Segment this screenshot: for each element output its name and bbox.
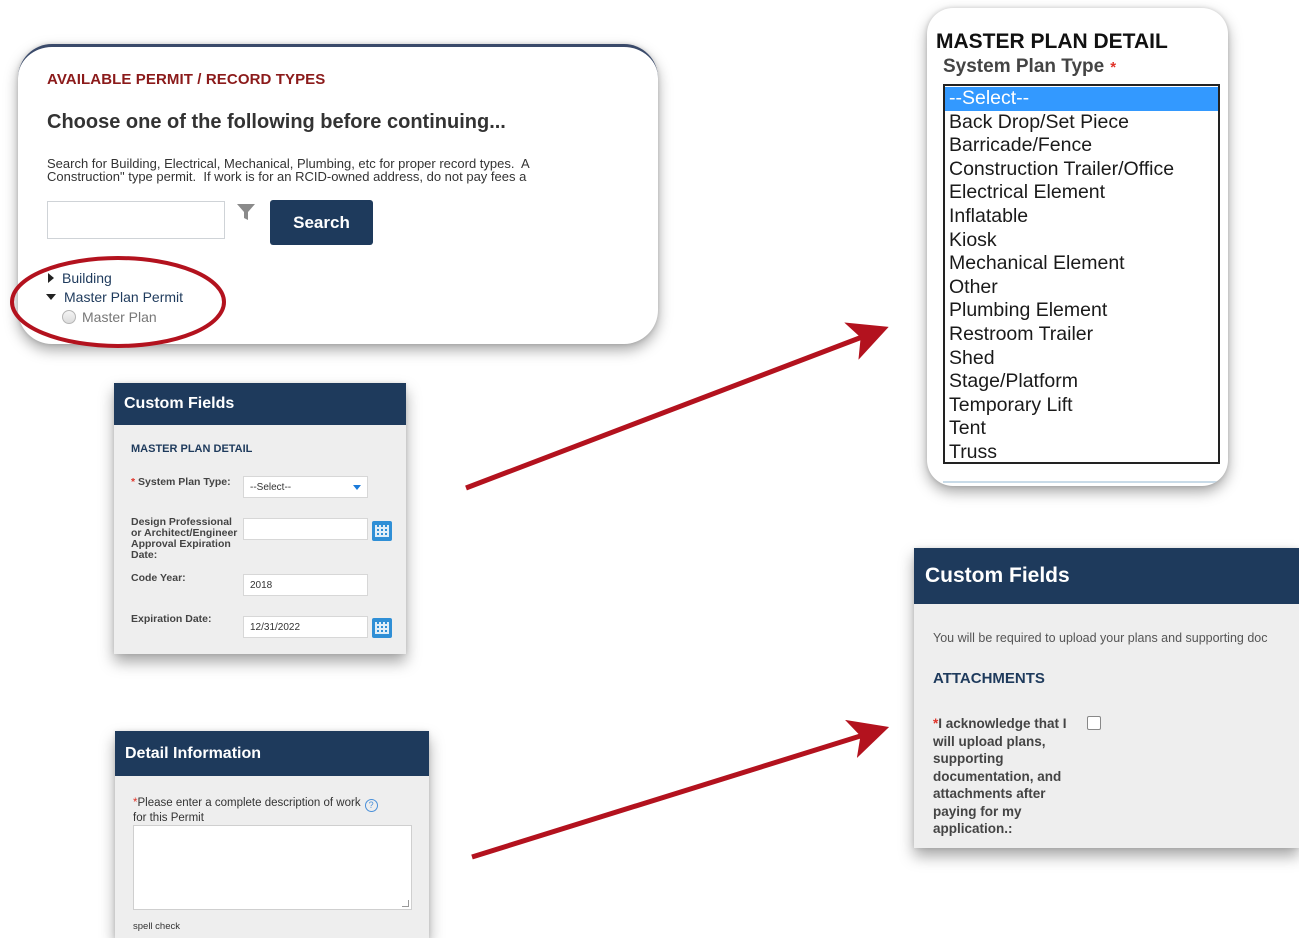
arrow-to-select-list: [465, 322, 889, 491]
ack-line: supporting: [933, 751, 1004, 766]
design-approval-expiration-input[interactable]: [243, 518, 368, 540]
search-button[interactable]: Search: [270, 200, 373, 245]
tree-item-label: Building: [62, 270, 112, 286]
description-line-2: Construction" type permit. If work is fo…: [47, 169, 527, 184]
tree-item-building[interactable]: Building: [48, 270, 112, 286]
option-electrical-element[interactable]: Electrical Element: [945, 181, 1218, 205]
system-plan-type-dropdown[interactable]: --Select--: [243, 476, 368, 498]
option-tent[interactable]: Tent: [945, 417, 1218, 441]
system-plan-type-label: System Plan Type *: [943, 56, 1116, 78]
work-description-textarea[interactable]: [133, 825, 412, 910]
custom-fields-panel: Custom Fields MASTER PLAN DETAIL * Syste…: [114, 383, 406, 654]
option-restroom-trailer[interactable]: Restroom Trailer: [945, 323, 1218, 347]
expand-arrow-icon: [48, 273, 54, 283]
option-kiosk[interactable]: Kiosk: [945, 229, 1218, 253]
option-barricade-fence[interactable]: Barricade/Fence: [945, 134, 1218, 158]
work-description-label-line2: for this Permit: [133, 811, 204, 824]
tree-item-label: Master Plan Permit: [64, 289, 184, 305]
custom-fields-header: Custom Fields: [914, 548, 1299, 604]
work-description-label-line1: Please enter a complete description of w…: [137, 797, 361, 809]
option-inflatable[interactable]: Inflatable: [945, 205, 1218, 229]
custom-fields-header: Custom Fields: [114, 383, 406, 425]
ack-line: application.:: [933, 821, 1013, 836]
design-approval-expiration-label: Design Professional or Architect/Enginee…: [131, 517, 237, 561]
permit-types-panel: AVAILABLE PERMIT / RECORD TYPES Choose o…: [18, 44, 658, 344]
permit-types-heading: AVAILABLE PERMIT / RECORD TYPES: [47, 71, 326, 88]
collapse-arrow-icon: [46, 294, 56, 300]
option-construction-trailer[interactable]: Construction Trailer/Office: [945, 158, 1218, 182]
calendar-icon[interactable]: [372, 521, 392, 541]
detail-information-panel: Detail Information *Please enter a compl…: [115, 731, 429, 938]
spell-check-link[interactable]: spell check: [133, 921, 180, 932]
system-plan-type-listbox[interactable]: --Select-- Back Drop/Set Piece Barricade…: [943, 84, 1220, 464]
required-mark: *: [131, 476, 136, 488]
master-plan-detail-heading: MASTER PLAN DETAIL: [936, 30, 1168, 53]
radio-button[interactable]: [62, 310, 76, 324]
option-temporary-lift[interactable]: Temporary Lift: [945, 394, 1218, 418]
permit-types-description: Search for Building, Electrical, Mechani…: [47, 157, 658, 183]
upload-note: You will be required to upload your plan…: [933, 631, 1268, 645]
acknowledge-checkbox[interactable]: [1087, 716, 1101, 730]
radio-master-plan[interactable]: Master Plan: [62, 309, 157, 325]
system-plan-type-field-label: * System Plan Type:: [131, 477, 231, 488]
option-truss[interactable]: Truss: [945, 441, 1218, 465]
system-plan-type-field-label-text: System Plan Type:: [138, 476, 231, 488]
code-year-label: Code Year:: [131, 572, 186, 584]
code-year-input[interactable]: 2018: [243, 574, 368, 596]
divider: [943, 481, 1220, 483]
radio-label: Master Plan: [82, 309, 157, 325]
filter-icon[interactable]: [235, 201, 257, 223]
ack-line: paying for my: [933, 803, 1022, 819]
ack-line: will upload plans,: [933, 733, 1046, 749]
help-icon[interactable]: ?: [364, 798, 378, 812]
custom-fields-attachments-panel: Custom Fields You will be required to up…: [914, 548, 1299, 848]
option-plumbing-element[interactable]: Plumbing Element: [945, 299, 1218, 323]
option-back-drop[interactable]: Back Drop/Set Piece: [945, 111, 1218, 135]
calendar-icon[interactable]: [372, 618, 392, 638]
dropdown-value: --Select--: [250, 481, 292, 493]
arrow-to-attachments: [471, 719, 890, 860]
option-select[interactable]: --Select--: [945, 87, 1218, 111]
required-mark: *: [1110, 59, 1117, 76]
permit-search-input[interactable]: [47, 201, 225, 239]
label-line: Date:: [131, 549, 158, 561]
tree-item-master-plan-permit[interactable]: Master Plan Permit: [46, 289, 183, 305]
ack-line: *I acknowledge that I: [933, 715, 1083, 733]
option-shed[interactable]: Shed: [945, 347, 1218, 371]
expiration-date-label: Expiration Date:: [131, 613, 212, 625]
dropdown-arrow-icon: [353, 485, 361, 490]
ack-line: documentation, and: [933, 768, 1062, 784]
master-plan-select-panel: MASTER PLAN DETAIL System Plan Type * --S…: [927, 8, 1228, 486]
ack-line: attachments after: [933, 786, 1046, 801]
detail-information-header: Detail Information: [115, 731, 429, 776]
acknowledge-label: *I acknowledge that I will upload plans,…: [933, 715, 1083, 838]
system-plan-type-label-text: System Plan Type: [943, 56, 1105, 77]
option-mechanical-element[interactable]: Mechanical Element: [945, 252, 1218, 276]
expiration-date-input[interactable]: 12/31/2022: [243, 616, 368, 638]
attachments-section: ATTACHMENTS: [933, 670, 1045, 687]
ack-line-text: I acknowledge that I: [938, 716, 1067, 731]
permit-types-subheading: Choose one of the following before conti…: [47, 111, 506, 133]
work-description-label: *Please enter a complete description of …: [133, 797, 418, 824]
option-stage-platform[interactable]: Stage/Platform: [945, 370, 1218, 394]
option-other[interactable]: Other: [945, 276, 1218, 300]
master-plan-detail-section: MASTER PLAN DETAIL: [131, 443, 253, 455]
